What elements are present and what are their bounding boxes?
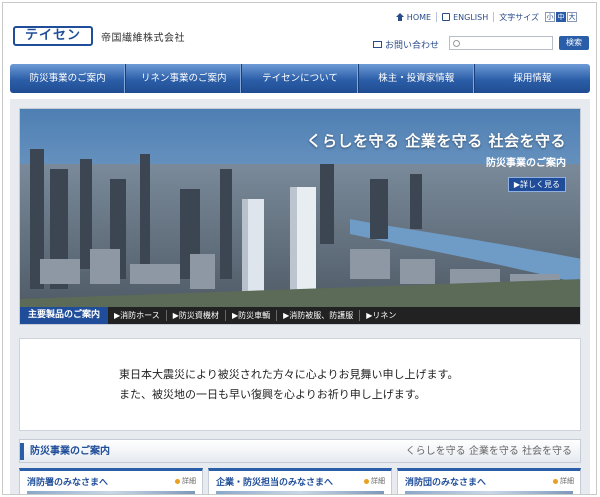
- global-nav: 防災事業のご案内 リネン事業のご案内 テイセンについて 株主・投資家情報 採用情…: [10, 64, 590, 93]
- nav-item-ir[interactable]: 株主・投資家情報: [359, 64, 475, 93]
- bullet-icon: [553, 478, 558, 484]
- section-header: 防災事業のご案内 くらしを守る 企業を守る 社会を守る: [19, 439, 581, 463]
- search-icon: [453, 39, 460, 47]
- search-input[interactable]: [463, 38, 548, 48]
- english-link[interactable]: ENGLISH: [437, 13, 493, 22]
- card-fire-dept[interactable]: 消防署のみなさまへ 詳細: [19, 468, 203, 494]
- hero-tagline: くらしを守る 企業を守る 社会を守る: [306, 132, 566, 150]
- hero-banner: くらしを守る 企業を守る 社会を守る 防災事業のご案内 ▶詳しく見る 主要製品の…: [19, 108, 581, 325]
- site-logo[interactable]: テイセン 帝国繊維株式会社: [13, 26, 185, 46]
- message-line: 東日本大震災により被災された方々に心よりお見舞い申し上げます。: [119, 367, 459, 381]
- logo-mark: テイセン: [13, 26, 93, 46]
- card-image: [216, 491, 384, 494]
- card-corporate[interactable]: 企業・防災担当のみなさまへ 詳細: [208, 468, 392, 494]
- company-name: 帝国繊維株式会社: [101, 32, 185, 44]
- home-link[interactable]: HOME: [391, 13, 436, 22]
- card-title: 企業・防災担当のみなさまへ: [216, 478, 334, 488]
- main-content: くらしを守る 企業を守る 社会を守る 防災事業のご案内 ▶詳しく見る 主要製品の…: [10, 99, 590, 494]
- font-size-small-button[interactable]: 小: [545, 12, 555, 22]
- product-link-vehicles[interactable]: ▶防災車輌: [226, 310, 278, 321]
- card-title: 消防署のみなさまへ: [27, 478, 109, 488]
- bullet-icon: [175, 478, 180, 484]
- hero-subtitle: 防災事業のご案内: [486, 158, 566, 169]
- product-link-linen[interactable]: ▶リネン: [360, 310, 402, 321]
- card-detail-link[interactable]: 詳細: [364, 476, 385, 486]
- nav-item-bousai[interactable]: 防災事業のご案内: [10, 64, 127, 93]
- utility-bar: HOME ENGLISH 文字サイズ 小 中 大: [391, 10, 582, 24]
- section-accent: [20, 443, 24, 460]
- card-list: 消防署のみなさまへ 詳細 企業・防災担当のみなさまへ 詳細 消防団のみなさまへ …: [19, 468, 581, 494]
- card-fire-brigade[interactable]: 消防団のみなさまへ 詳細: [397, 468, 581, 494]
- contact-link[interactable]: お問い合わせ: [373, 38, 439, 51]
- message-line: また、被災地の一日も早い復興を心よりお祈り申し上げます。: [119, 387, 426, 401]
- product-link-equipment[interactable]: ▶防災資機材: [167, 310, 226, 321]
- more-button[interactable]: ▶詳しく見る: [507, 177, 566, 192]
- search-box: [449, 36, 553, 50]
- section-slogan: くらしを守る 企業を守る 社会を守る: [405, 446, 572, 457]
- nav-item-about[interactable]: テイセンについて: [242, 64, 359, 93]
- english-icon: [442, 13, 451, 21]
- card-image: [27, 491, 195, 494]
- products-bar: 主要製品のご案内 ▶消防ホース ▶防災資機材 ▶防災車輌 ▶消防被服、防護服 ▶…: [20, 307, 580, 324]
- condolence-message: 東日本大震災により被災された方々に心よりお見舞い申し上げます。 また、被災地の一…: [19, 338, 581, 431]
- card-image: [405, 491, 573, 494]
- page-frame: HOME ENGLISH 文字サイズ 小 中 大 テイセン 帝国繊維株式会社 お…: [2, 2, 597, 495]
- font-size-large-button[interactable]: 大: [567, 12, 577, 22]
- card-detail-link[interactable]: 詳細: [553, 476, 574, 486]
- bullet-icon: [364, 478, 369, 484]
- font-size-control: 文字サイズ 小 中 大: [499, 12, 577, 22]
- card-title: 消防団のみなさまへ: [405, 478, 487, 488]
- card-detail-link[interactable]: 詳細: [175, 476, 196, 486]
- product-link-hose[interactable]: ▶消防ホース: [108, 310, 167, 321]
- nav-item-linen[interactable]: リネン事業のご案内: [126, 64, 243, 93]
- search-button[interactable]: 検索: [559, 36, 589, 50]
- font-size-medium-button[interactable]: 中: [556, 12, 566, 22]
- home-icon: [395, 13, 404, 21]
- product-link-clothing[interactable]: ▶消防被服、防護服: [277, 310, 361, 321]
- products-title: 主要製品のご案内: [20, 307, 109, 324]
- nav-item-recruit[interactable]: 採用情報: [475, 64, 590, 93]
- envelope-icon: [373, 41, 382, 48]
- section-title: 防災事業のご案内: [30, 446, 110, 457]
